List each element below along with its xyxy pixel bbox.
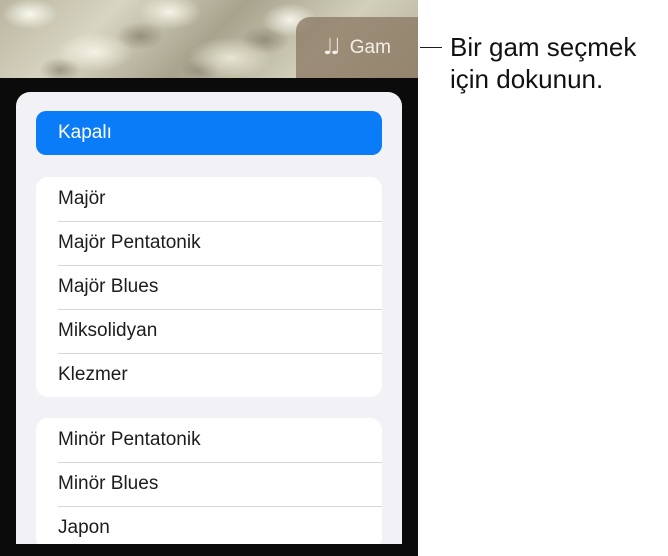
scale-menu-panel: Kapalı Majör Majör Pentatonik Majör Blue… (16, 92, 402, 544)
scale-option-off[interactable]: Kapalı (36, 111, 382, 155)
scale-option[interactable]: Minör Pentatonik (36, 418, 382, 462)
ipad-screen: ♩♩ Gam Kapalı Majör Majör Pentatonik Maj… (0, 0, 418, 556)
scale-button-label: Gam (349, 36, 391, 58)
callout-line-1: Bir gam seçmek (450, 32, 637, 62)
scale-button[interactable]: ♩♩ Gam (296, 17, 418, 78)
scale-group-major: Majör Majör Pentatonik Majör Blues Mikso… (36, 177, 382, 397)
scale-option[interactable]: Klezmer (36, 353, 382, 397)
musical-notes-icon: ♩♩ (323, 34, 341, 60)
callout-text: Bir gam seçmek için dokunun. (450, 31, 665, 95)
scale-option[interactable]: Majör Blues (36, 265, 382, 309)
callout-leader-line (420, 47, 442, 48)
callout-line-2: için dokunun. (450, 64, 604, 94)
scale-group-minor: Minör Pentatonik Minör Blues Japon (36, 418, 382, 544)
scale-option[interactable]: Majör Pentatonik (36, 221, 382, 265)
scale-option[interactable]: Miksolidyan (36, 309, 382, 353)
scale-option[interactable]: Japon (36, 506, 382, 544)
scale-option[interactable]: Majör (36, 177, 382, 221)
scale-option[interactable]: Minör Blues (36, 462, 382, 506)
